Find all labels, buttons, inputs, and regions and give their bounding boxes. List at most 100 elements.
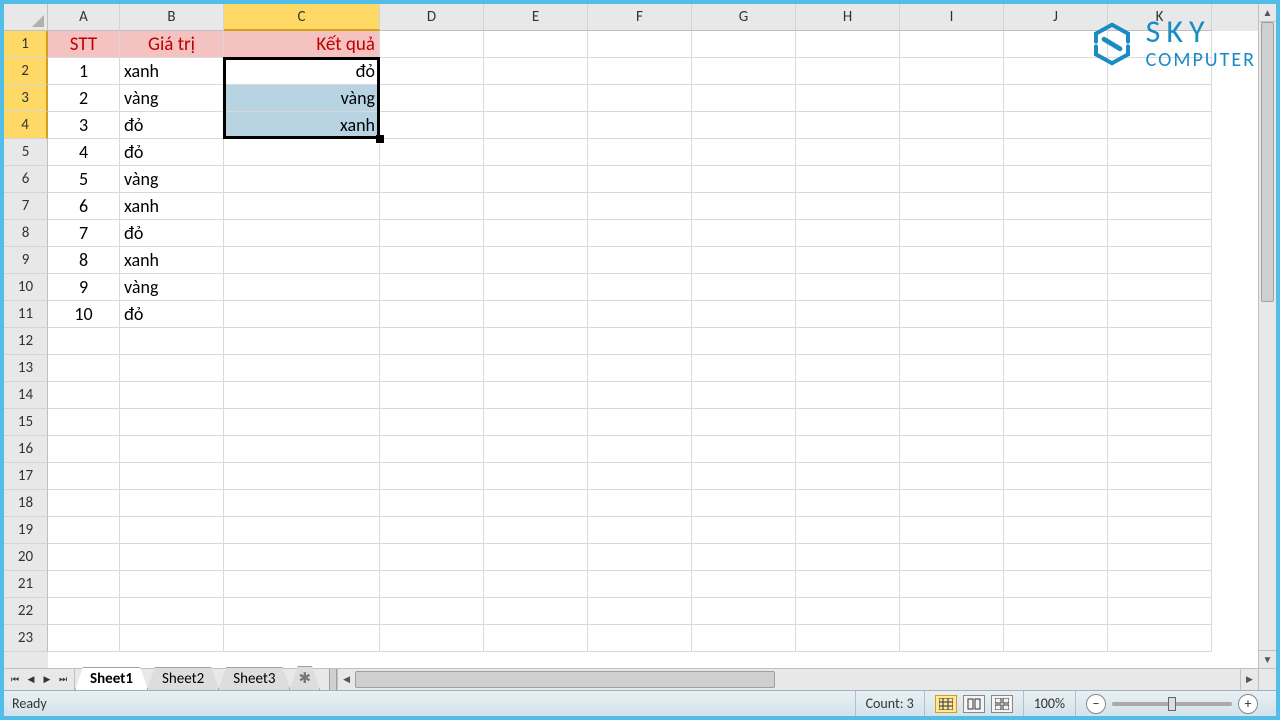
cell-E18[interactable] bbox=[484, 490, 588, 517]
cell-C4[interactable]: xanh bbox=[224, 112, 380, 139]
cell-H23[interactable] bbox=[796, 625, 900, 652]
cell-A9[interactable]: 8 bbox=[48, 247, 120, 274]
cell-I21[interactable] bbox=[900, 571, 1004, 598]
cell-B3[interactable]: vàng bbox=[120, 85, 224, 112]
cell-E17[interactable] bbox=[484, 463, 588, 490]
cell-B17[interactable] bbox=[120, 463, 224, 490]
view-page-break-button[interactable] bbox=[991, 695, 1013, 713]
cell-G11[interactable] bbox=[692, 301, 796, 328]
cell-B13[interactable] bbox=[120, 355, 224, 382]
cell-B23[interactable] bbox=[120, 625, 224, 652]
cell-K5[interactable] bbox=[1108, 139, 1212, 166]
cell-B16[interactable] bbox=[120, 436, 224, 463]
cell-B1[interactable]: Giá trị bbox=[120, 31, 224, 58]
cell-C14[interactable] bbox=[224, 382, 380, 409]
cell-H6[interactable] bbox=[796, 166, 900, 193]
cell-B2[interactable]: xanh bbox=[120, 58, 224, 85]
cell-F12[interactable] bbox=[588, 328, 692, 355]
cell-F19[interactable] bbox=[588, 517, 692, 544]
cell-I20[interactable] bbox=[900, 544, 1004, 571]
cell-A10[interactable]: 9 bbox=[48, 274, 120, 301]
row-header-12[interactable]: 12 bbox=[4, 328, 48, 355]
cell-D17[interactable] bbox=[380, 463, 484, 490]
cell-E2[interactable] bbox=[484, 58, 588, 85]
cell-J8[interactable] bbox=[1004, 220, 1108, 247]
cell-F2[interactable] bbox=[588, 58, 692, 85]
row-header-15[interactable]: 15 bbox=[4, 409, 48, 436]
cell-H16[interactable] bbox=[796, 436, 900, 463]
cell-J13[interactable] bbox=[1004, 355, 1108, 382]
cell-H9[interactable] bbox=[796, 247, 900, 274]
sheet-tab-sheet1[interactable]: Sheet1 bbox=[75, 667, 148, 690]
cell-A4[interactable]: 3 bbox=[48, 112, 120, 139]
cell-J12[interactable] bbox=[1004, 328, 1108, 355]
cell-H12[interactable] bbox=[796, 328, 900, 355]
cell-I8[interactable] bbox=[900, 220, 1004, 247]
cell-B9[interactable]: xanh bbox=[120, 247, 224, 274]
cell-D16[interactable] bbox=[380, 436, 484, 463]
cell-E6[interactable] bbox=[484, 166, 588, 193]
cell-F10[interactable] bbox=[588, 274, 692, 301]
cell-D9[interactable] bbox=[380, 247, 484, 274]
row-header-16[interactable]: 16 bbox=[4, 436, 48, 463]
row-header-23[interactable]: 23 bbox=[4, 625, 48, 652]
cell-A2[interactable]: 1 bbox=[48, 58, 120, 85]
view-normal-button[interactable] bbox=[935, 695, 957, 713]
cell-C9[interactable] bbox=[224, 247, 380, 274]
cell-H20[interactable] bbox=[796, 544, 900, 571]
row-header-5[interactable]: 5 bbox=[4, 139, 48, 166]
cell-J11[interactable] bbox=[1004, 301, 1108, 328]
cell-B7[interactable]: xanh bbox=[120, 193, 224, 220]
cell-H22[interactable] bbox=[796, 598, 900, 625]
cell-D18[interactable] bbox=[380, 490, 484, 517]
col-header-B[interactable]: B bbox=[120, 4, 224, 31]
cell-F21[interactable] bbox=[588, 571, 692, 598]
cell-K10[interactable] bbox=[1108, 274, 1212, 301]
zoom-out-button[interactable]: − bbox=[1086, 694, 1106, 714]
cell-C23[interactable] bbox=[224, 625, 380, 652]
cell-B19[interactable] bbox=[120, 517, 224, 544]
cell-C3[interactable]: vàng bbox=[224, 85, 380, 112]
cell-F15[interactable] bbox=[588, 409, 692, 436]
tab-first-icon[interactable]: ⏮ bbox=[8, 673, 22, 687]
cell-H5[interactable] bbox=[796, 139, 900, 166]
cell-H18[interactable] bbox=[796, 490, 900, 517]
cell-H13[interactable] bbox=[796, 355, 900, 382]
cell-I12[interactable] bbox=[900, 328, 1004, 355]
cells-grid[interactable]: STTGiá trịKết quả1xanhđỏ2vàngvàng3đỏxanh… bbox=[48, 31, 1258, 668]
col-header-C[interactable]: C bbox=[224, 4, 380, 31]
cell-G16[interactable] bbox=[692, 436, 796, 463]
cell-I13[interactable] bbox=[900, 355, 1004, 382]
zoom-thumb[interactable] bbox=[1168, 697, 1176, 711]
scroll-down-button[interactable]: ▼ bbox=[1259, 650, 1276, 668]
cell-E11[interactable] bbox=[484, 301, 588, 328]
cell-F18[interactable] bbox=[588, 490, 692, 517]
vscroll-track[interactable] bbox=[1259, 22, 1276, 650]
cell-F8[interactable] bbox=[588, 220, 692, 247]
col-header-K[interactable]: K bbox=[1108, 4, 1212, 31]
cell-B18[interactable] bbox=[120, 490, 224, 517]
cell-K16[interactable] bbox=[1108, 436, 1212, 463]
cell-E20[interactable] bbox=[484, 544, 588, 571]
cell-A3[interactable]: 2 bbox=[48, 85, 120, 112]
cell-F11[interactable] bbox=[588, 301, 692, 328]
cell-A19[interactable] bbox=[48, 517, 120, 544]
cell-G17[interactable] bbox=[692, 463, 796, 490]
cell-K11[interactable] bbox=[1108, 301, 1212, 328]
cell-G18[interactable] bbox=[692, 490, 796, 517]
cell-H11[interactable] bbox=[796, 301, 900, 328]
cell-J19[interactable] bbox=[1004, 517, 1108, 544]
cell-K22[interactable] bbox=[1108, 598, 1212, 625]
cell-J14[interactable] bbox=[1004, 382, 1108, 409]
cell-F7[interactable] bbox=[588, 193, 692, 220]
row-header-2[interactable]: 2 bbox=[4, 58, 48, 85]
cell-K13[interactable] bbox=[1108, 355, 1212, 382]
cell-I11[interactable] bbox=[900, 301, 1004, 328]
cell-C5[interactable] bbox=[224, 139, 380, 166]
cell-C21[interactable] bbox=[224, 571, 380, 598]
cell-B20[interactable] bbox=[120, 544, 224, 571]
cell-D5[interactable] bbox=[380, 139, 484, 166]
cell-E14[interactable] bbox=[484, 382, 588, 409]
cell-B21[interactable] bbox=[120, 571, 224, 598]
cell-G9[interactable] bbox=[692, 247, 796, 274]
